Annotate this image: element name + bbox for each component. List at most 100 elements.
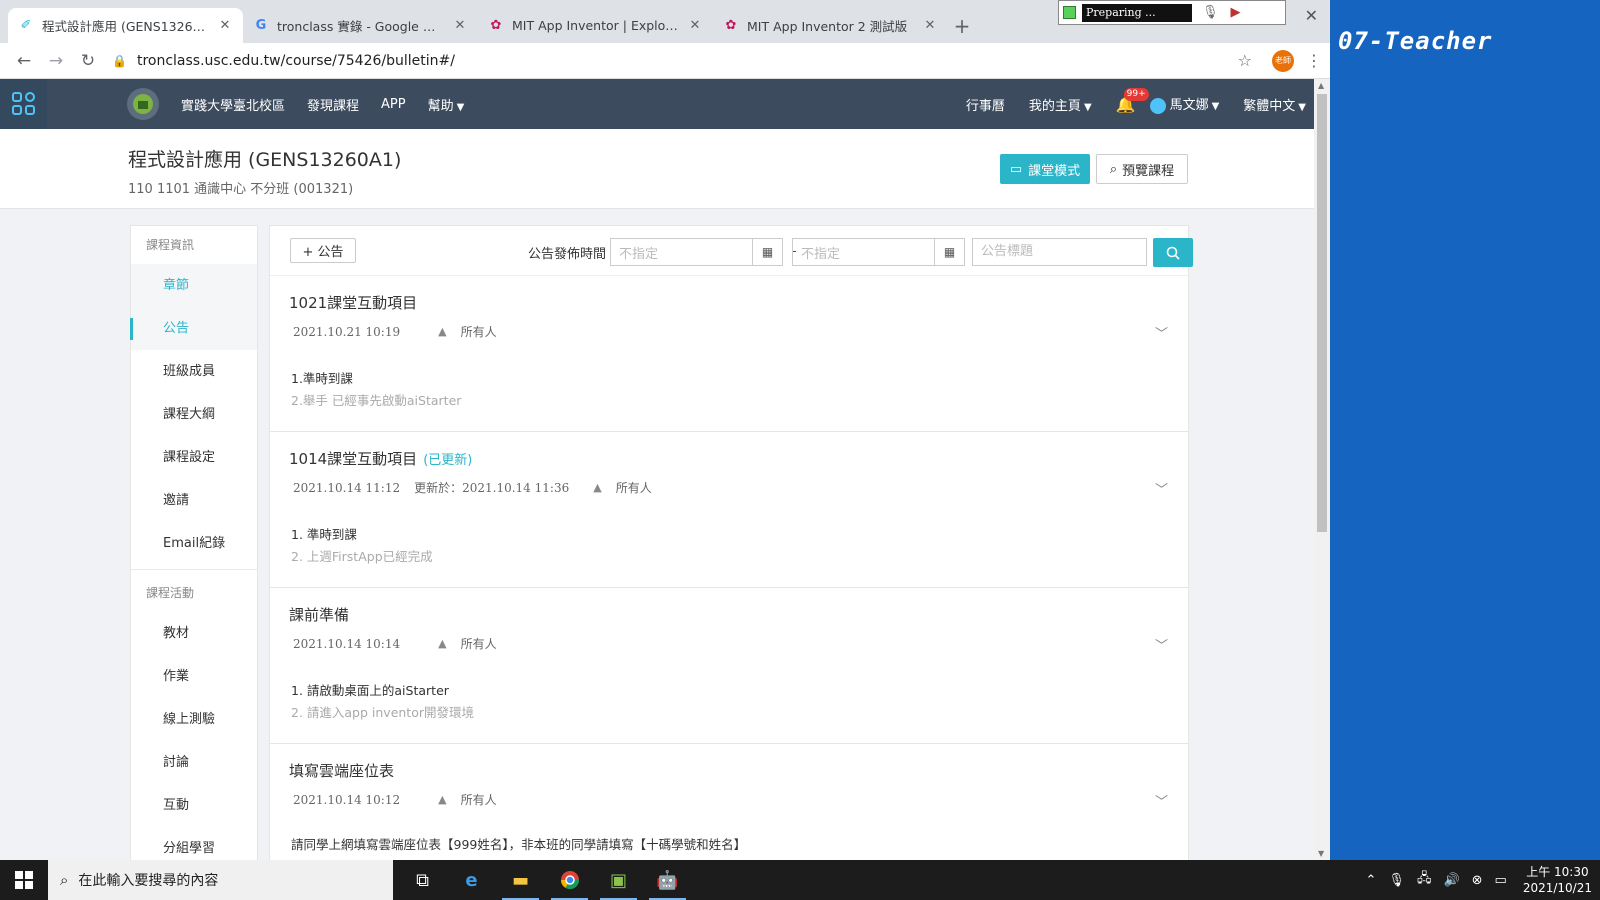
bulletin-item[interactable]: 1014課堂互動項目 (已更新) 2021.10.14 11:12 更新於：2021… — [270, 432, 1188, 588]
sidebar-item-group-learning[interactable]: 分組學習 — [131, 827, 257, 860]
sidebar-item-email-log[interactable]: Email紀錄 — [131, 522, 257, 565]
forward-icon[interactable]: → — [40, 45, 72, 77]
new-tab-button[interactable]: + — [948, 8, 976, 43]
bulletin-date: 2021.10.14 11:12 — [293, 480, 401, 495]
close-icon[interactable]: ✕ — [217, 18, 233, 33]
task-view-icon[interactable]: ⧉ — [398, 860, 447, 900]
close-icon[interactable]: ✕ — [687, 18, 703, 33]
bulletin-item[interactable]: 1021課堂互動項目 2021.10.21 10:19 ▲ 所有人 1.準時到課 2… — [270, 276, 1188, 432]
lock-icon[interactable]: 🔒 — [112, 54, 127, 68]
preview-course-button[interactable]: ⌕ 預覽課程 — [1096, 154, 1188, 184]
menu-kebab-icon[interactable]: ⋮ — [1306, 51, 1322, 70]
google-icon: G — [255, 18, 267, 33]
bookmark-star-icon[interactable]: ☆ — [1238, 51, 1252, 70]
nav-help[interactable]: 幫助 ▼ — [428, 95, 465, 114]
date-from-input[interactable]: 不指定 ▦ — [610, 238, 783, 266]
clock-date: 2021/10/21 — [1522, 881, 1592, 895]
scroll-up-icon[interactable]: ▲ — [1318, 81, 1324, 90]
notification-bell-icon[interactable]: 🔔 99+ — [1116, 87, 1149, 114]
tab-title: 程式設計應用 (GENS13260A1) - — [42, 19, 211, 34]
notification-badge: 99+ — [1123, 87, 1149, 101]
nav-app[interactable]: APP — [381, 97, 406, 112]
camera-off-icon[interactable]: ▶ — [1231, 5, 1241, 20]
status-x-icon[interactable]: ⊗ — [1472, 873, 1483, 888]
calendar-icon[interactable]: ▦ — [934, 239, 964, 265]
nav-calendar[interactable]: 行事曆 — [966, 95, 1005, 114]
sidebar-item-settings[interactable]: 課程設定 — [131, 436, 257, 479]
scrollbar-thumb[interactable] — [1317, 94, 1327, 532]
sidebar-item-materials[interactable]: 教材 — [131, 612, 257, 655]
browser-tab-2[interactable]: G tronclass 實錄 - Google 搜尋 ✕ — [243, 8, 478, 43]
close-icon[interactable]: ✕ — [922, 18, 938, 33]
chevron-up-icon[interactable]: ⌃ — [1366, 873, 1377, 888]
nav-discover[interactable]: 發現課程 — [307, 95, 359, 114]
course-header: 程式設計應用 (GENS13260A1) 110 1101 通識中心 不分班 (… — [0, 129, 1330, 209]
chevron-down-icon[interactable]: ﹀ — [1155, 635, 1168, 654]
nav-language[interactable]: 繁體中文 ▼ — [1243, 95, 1306, 114]
chevron-down-icon[interactable]: ﹀ — [1155, 323, 1168, 342]
bulletin-meta: 2021.10.14 10:12 ▲ 所有人 — [293, 791, 497, 808]
apps-grid-icon[interactable] — [0, 79, 47, 129]
file-explorer-icon[interactable]: ▬ — [496, 860, 545, 900]
bulletin-item[interactable]: 填寫雲端座位表 2021.10.14 10:12 ▲ 所有人 請同學上網填寫雲端座位… — [270, 744, 1188, 860]
date-to-input[interactable]: 不指定 ▦ — [792, 238, 965, 266]
bulletin-title[interactable]: 1021課堂互動項目 — [289, 292, 423, 313]
chrome-icon[interactable] — [545, 860, 594, 900]
browser-tab-1[interactable]: ✐ 程式設計應用 (GENS13260A1) - ✕ — [8, 8, 243, 43]
browser-tab-3[interactable]: ✿ MIT App Inventor | Explore MIT ✕ — [478, 8, 713, 43]
close-icon[interactable]: ✕ — [452, 18, 468, 33]
bulletin-title[interactable]: 1014課堂互動項目 (已更新) — [289, 448, 472, 469]
address-bar: ← → ↻ 🔒 tronclass.usc.edu.tw/course/7542… — [0, 43, 1330, 79]
bulletin-title[interactable]: 課前準備 — [289, 604, 355, 625]
volume-icon[interactable]: 🔊 — [1443, 873, 1459, 888]
sidebar-item-interaction[interactable]: 互動 — [131, 784, 257, 827]
taskbar-clock[interactable]: 上午 10:30 2021/10/21 — [1523, 864, 1592, 896]
scroll-down-icon[interactable]: ▼ — [1318, 849, 1324, 858]
class-mode-label: 課堂模式 — [1028, 163, 1081, 179]
notification-center-icon[interactable]: ▭ — [1495, 873, 1507, 888]
nav-my-home[interactable]: 我的主頁 ▼ — [1029, 95, 1092, 114]
app-inventor-icon: ✿ — [490, 18, 502, 33]
page-scrollbar[interactable]: ▲ ▼ — [1314, 79, 1330, 860]
bulletin-title-input[interactable]: 公告標題 — [972, 238, 1147, 266]
edge-icon[interactable]: e — [447, 860, 496, 900]
bulletin-title[interactable]: 填寫雲端座位表 — [289, 760, 400, 781]
browser-tab-4[interactable]: ✿ MIT App Inventor 2 測試版 ✕ — [713, 8, 948, 43]
back-icon[interactable]: ← — [8, 45, 40, 77]
updated-tag: (已更新) — [423, 453, 473, 468]
microphone-icon[interactable]: 🎙 — [1202, 5, 1219, 20]
photos-app-icon[interactable]: ▣ — [594, 860, 643, 900]
profile-avatar[interactable]: 老師 — [1272, 49, 1294, 72]
reload-icon[interactable]: ↻ — [72, 45, 104, 77]
audience-icon: ▲ — [438, 325, 447, 338]
bulletin-item[interactable]: 課前準備 2021.10.14 10:14 ▲ 所有人 1. 請啟動桌面上的aiSt… — [270, 588, 1188, 744]
sidebar-item-members[interactable]: 班級成員 — [131, 350, 257, 393]
chevron-down-icon[interactable]: ﹀ — [1155, 479, 1168, 498]
url-text[interactable]: tronclass.usc.edu.tw/course/75426/bullet… — [137, 53, 1230, 69]
sidebar-item-syllabus[interactable]: 課程大綱 — [131, 393, 257, 436]
school-logo[interactable] — [127, 88, 159, 120]
sidebar-item-invite[interactable]: 邀請 — [131, 479, 257, 522]
sidebar-item-discussion[interactable]: 討論 — [131, 741, 257, 784]
nav-user[interactable]: 馬文娜 ▼ — [1149, 94, 1219, 114]
nav-school[interactable]: 實踐大學臺北校區 — [181, 95, 285, 114]
search-button[interactable] — [1153, 238, 1193, 267]
calendar-icon[interactable]: ▦ — [752, 239, 782, 265]
sidebar-item-chapters[interactable]: 章節 — [131, 264, 257, 307]
sidebar-item-quiz[interactable]: 線上測驗 — [131, 698, 257, 741]
bulletin-line-2: 2. 請進入app inventor開發環境 — [291, 705, 474, 720]
tronclass-icon: ✐ — [20, 18, 32, 33]
network-icon[interactable]: 🖧 — [1417, 869, 1432, 891]
class-mode-button[interactable]: ▭ 課堂模式 — [1000, 154, 1090, 184]
sidebar-item-bulletin[interactable]: 公告 — [130, 307, 257, 350]
microphone-icon[interactable]: 🎙 — [1388, 873, 1405, 888]
taskbar-search-input[interactable]: ⌕ 在此輸入要搜尋的內容 — [48, 860, 393, 900]
android-icon[interactable]: 🤖 — [643, 860, 692, 900]
add-bulletin-button[interactable]: + 公告 — [290, 238, 356, 263]
sidebar-item-homework[interactable]: 作業 — [131, 655, 257, 698]
window-close-icon[interactable]: ✕ — [1305, 6, 1318, 25]
chevron-down-icon[interactable]: ﹀ — [1155, 791, 1168, 810]
bulletin-line-1: 1. 準時到課 — [291, 527, 357, 542]
url-field[interactable]: 🔒 tronclass.usc.edu.tw/course/75426/bull… — [104, 47, 1238, 75]
windows-start-icon[interactable] — [0, 860, 48, 900]
